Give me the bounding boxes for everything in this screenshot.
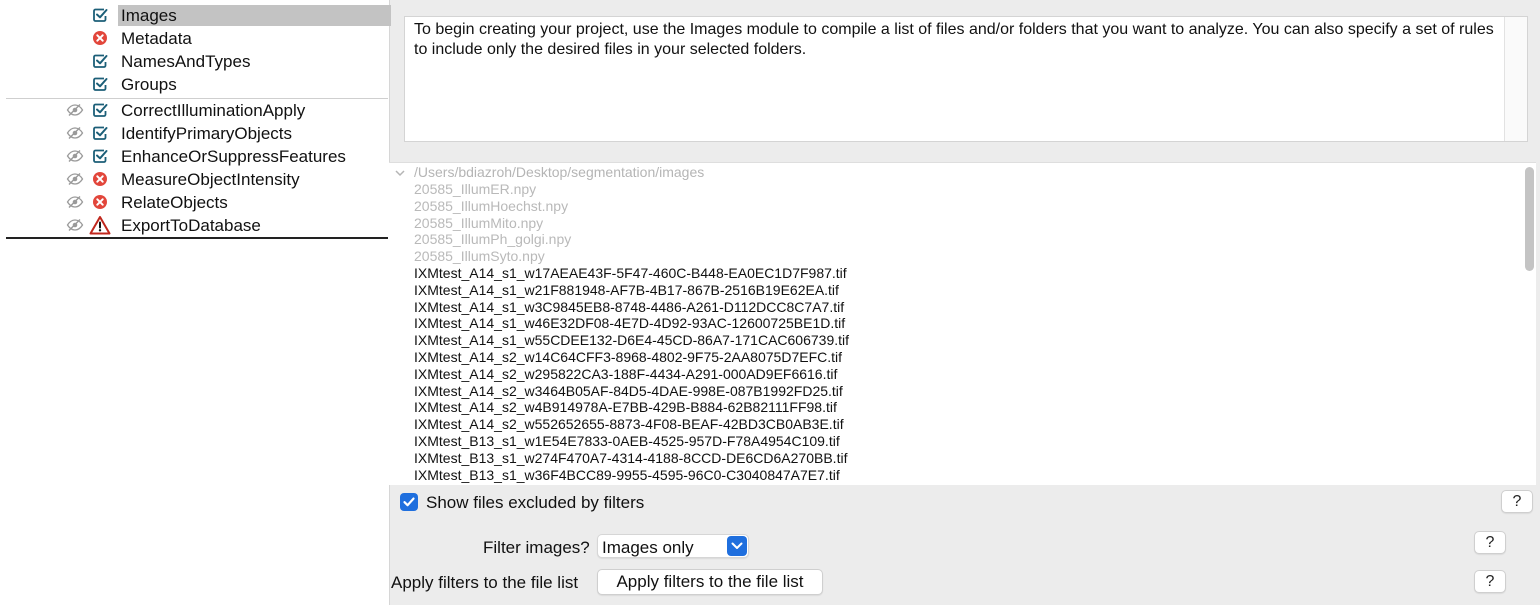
module-label: CorrectIlluminationApply bbox=[121, 101, 306, 120]
input-module-groups[interactable]: Groups bbox=[0, 73, 389, 96]
filter-images-label: Filter images? bbox=[483, 538, 590, 557]
module-ok-icon bbox=[92, 76, 108, 92]
file-entry-excluded[interactable]: 20585_IllumER.npy bbox=[414, 181, 849, 198]
pipeline-module-correctilluminationapply[interactable]: CorrectIlluminationApply bbox=[0, 99, 389, 122]
module-label: Groups bbox=[121, 75, 177, 94]
eye-hidden-icon[interactable] bbox=[66, 195, 84, 209]
show-excluded-checkbox[interactable] bbox=[400, 493, 418, 511]
module-error-icon bbox=[92, 171, 108, 187]
input-module-namesandtypes[interactable]: NamesAndTypes bbox=[0, 50, 389, 73]
file-entry[interactable]: IXMtest_A14_s2_w3464B05AF-84D5-4DAE-998E… bbox=[414, 383, 849, 400]
file-entry-excluded[interactable]: 20585_IllumPh_golgi.npy bbox=[414, 231, 849, 248]
file-entry[interactable]: IXMtest_A14_s1_w55CDEE132-D6E4-45CD-86A7… bbox=[414, 332, 849, 349]
pipeline-module-identifyprimaryobjects[interactable]: IdentifyPrimaryObjects bbox=[0, 122, 389, 145]
module-ok-icon bbox=[92, 53, 108, 69]
module-label: Images bbox=[118, 5, 391, 26]
module-ok-icon bbox=[92, 125, 108, 141]
file-entry[interactable]: IXMtest_B13_s1_w36F4BCC89-9955-4595-96C0… bbox=[414, 467, 849, 484]
file-entry[interactable]: IXMtest_A14_s2_w4B914978A-E7BB-429B-B884… bbox=[414, 399, 849, 416]
eye-hidden-icon[interactable] bbox=[66, 218, 84, 232]
module-label: IdentifyPrimaryObjects bbox=[121, 124, 292, 143]
pipeline-module-enhanceorsuppressfeatures[interactable]: EnhanceOrSuppressFeatures bbox=[0, 145, 389, 168]
show-excluded-label[interactable]: Show files excluded by filters bbox=[426, 492, 644, 513]
module-ok-icon bbox=[92, 102, 108, 118]
module-label: NamesAndTypes bbox=[121, 52, 251, 71]
file-entry[interactable]: IXMtest_A14_s2_w14C64CFF3-8968-4802-9F75… bbox=[414, 349, 849, 366]
module-error-icon bbox=[92, 30, 108, 46]
input-module-images[interactable]: Images bbox=[0, 4, 391, 27]
module-label: RelateObjects bbox=[121, 193, 228, 212]
filter-images-select[interactable]: Images only bbox=[597, 534, 749, 558]
eye-hidden-icon[interactable] bbox=[66, 103, 84, 117]
module-error-icon bbox=[92, 194, 108, 210]
file-entry[interactable]: IXMtest_A14_s1_w3C9845EB8-8748-4486-A261… bbox=[414, 299, 849, 316]
filter-images-help-button[interactable]: ? bbox=[1474, 531, 1506, 554]
module-description-text: To begin creating your project, use the … bbox=[414, 21, 1494, 58]
filter-images-value: Images only bbox=[602, 538, 694, 557]
module-description-box: To begin creating your project, use the … bbox=[404, 16, 1528, 142]
file-entry-excluded[interactable]: 20585_IllumHoechst.npy bbox=[414, 198, 849, 215]
file-entry[interactable]: IXMtest_A14_s2_w295822CA3-188F-4434-A291… bbox=[414, 366, 849, 383]
pipeline-module-exporttodatabase[interactable]: ExportToDatabase bbox=[0, 214, 389, 237]
pipeline-module-relateobjects[interactable]: RelateObjects bbox=[0, 191, 389, 214]
pipeline-end-divider bbox=[6, 237, 388, 239]
module-label: MeasureObjectIntensity bbox=[121, 170, 300, 189]
file-entries: 20585_IllumER.npy 20585_IllumHoechst.npy 2… bbox=[414, 181, 849, 483]
eye-hidden-icon[interactable] bbox=[66, 172, 84, 186]
warning-icon bbox=[89, 216, 111, 235]
chevron-down-icon bbox=[727, 536, 747, 556]
module-ok-icon bbox=[92, 148, 108, 164]
file-entry-excluded[interactable]: 20585_IllumMito.npy bbox=[414, 215, 849, 232]
input-module-metadata[interactable]: Metadata bbox=[0, 27, 389, 50]
module-label: Metadata bbox=[121, 29, 192, 48]
file-list-panel: /Users/bdiazroh/Desktop/segmentation/ima… bbox=[389, 162, 1536, 485]
file-entry[interactable]: IXMtest_B13_s1_w1E54E7833-0AEB-4525-957D… bbox=[414, 433, 849, 450]
apply-filters-button[interactable]: Apply filters to the file list bbox=[597, 569, 823, 595]
file-entry[interactable]: IXMtest_A14_s2_w552652655-8873-4F08-BEAF… bbox=[414, 416, 849, 433]
module-label: EnhanceOrSuppressFeatures bbox=[121, 147, 346, 166]
folder-path[interactable]: /Users/bdiazroh/Desktop/segmentation/ima… bbox=[414, 164, 704, 181]
eye-hidden-icon[interactable] bbox=[66, 149, 84, 163]
apply-filters-help-button[interactable]: ? bbox=[1474, 570, 1506, 593]
show-excluded-help-button[interactable]: ? bbox=[1501, 490, 1533, 513]
module-ok-icon bbox=[92, 7, 108, 23]
eye-hidden-icon[interactable] bbox=[66, 126, 84, 140]
apply-filters-label: Apply filters to the file list bbox=[391, 573, 579, 592]
file-entry[interactable]: IXMtest_A14_s1_w17AEAE43F-5F47-460C-B448… bbox=[414, 265, 849, 282]
file-entry[interactable]: IXMtest_A14_s1_w21F881948-AF7B-4B17-867B… bbox=[414, 282, 849, 299]
pipeline-module-measureobjectintensity[interactable]: MeasureObjectIntensity bbox=[0, 168, 389, 191]
chevron-down-icon[interactable] bbox=[394, 167, 406, 179]
module-label: ExportToDatabase bbox=[121, 216, 261, 235]
file-entry-excluded[interactable]: 20585_IllumSyto.npy bbox=[414, 248, 849, 265]
file-entry[interactable]: IXMtest_B13_s1_w274F470A7-4314-4188-8CCD… bbox=[414, 450, 849, 467]
checkmark-icon bbox=[403, 497, 415, 507]
file-entry[interactable]: IXMtest_A14_s1_w46E32DF08-4E7D-4D92-93AC… bbox=[414, 315, 849, 332]
description-scrollbar[interactable] bbox=[1504, 17, 1527, 141]
file-list-scrollbar[interactable] bbox=[1525, 167, 1534, 271]
pipeline-panel: Images Metadata NamesAndTypes Groups Correc… bbox=[0, 0, 391, 605]
